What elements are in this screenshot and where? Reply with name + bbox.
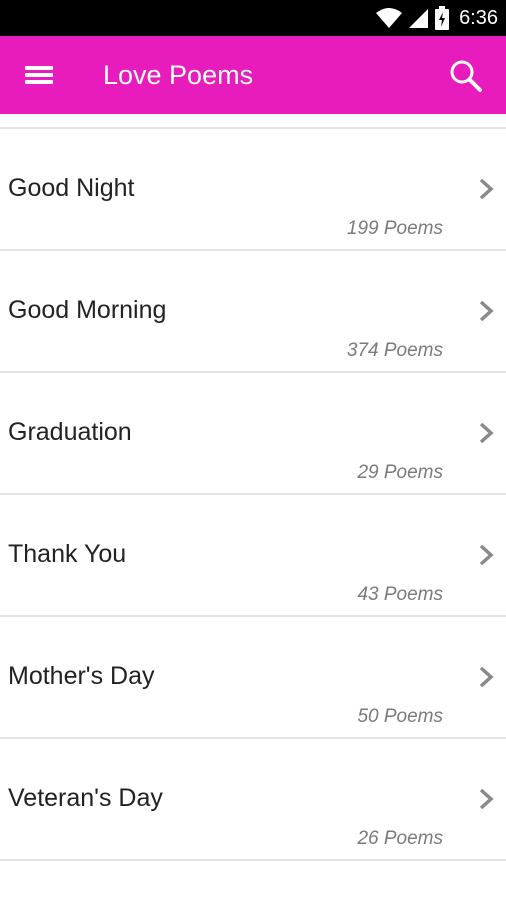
- category-title: Thank You: [8, 540, 127, 568]
- poem-count: 29 Poems: [357, 462, 443, 483]
- poem-count: 199 Poems: [346, 218, 443, 239]
- app-title: Love Poems: [103, 60, 254, 90]
- category-row-thank-you[interactable]: Thank You 43 Poems: [0, 495, 506, 617]
- battery-charging-icon: [435, 6, 450, 30]
- poem-count: 374 Poems: [346, 340, 443, 361]
- app-bar: Love Poems: [0, 36, 506, 114]
- category-title: Graduation: [8, 418, 132, 446]
- chevron-right-icon: [479, 788, 494, 810]
- status-time: 6:36: [459, 6, 498, 29]
- poem-count: 50 Poems: [357, 706, 443, 727]
- status-icons: 6:36: [375, 0, 498, 36]
- category-title: Good Night: [8, 174, 135, 202]
- chevron-right-icon: [479, 300, 494, 322]
- search-icon[interactable]: [448, 58, 484, 94]
- category-row-veterans-day[interactable]: Veteran's Day 26 Poems: [0, 739, 506, 861]
- status-bar: 6:36: [0, 0, 506, 36]
- poem-count: 43 Poems: [357, 584, 443, 605]
- chevron-right-icon: [479, 544, 494, 566]
- category-title: Mother's Day: [8, 662, 155, 690]
- cell-signal-icon: [409, 9, 429, 28]
- category-title: Veteran's Day: [8, 784, 163, 812]
- category-title: Good Morning: [8, 296, 167, 324]
- list-divider: [0, 114, 506, 129]
- hamburger-menu-icon[interactable]: [22, 63, 56, 87]
- category-row-good-morning[interactable]: Good Morning 374 Poems: [0, 251, 506, 373]
- chevron-right-icon: [479, 666, 494, 688]
- chevron-right-icon: [479, 178, 494, 200]
- wifi-icon: [376, 8, 403, 28]
- poem-count: 26 Poems: [357, 828, 443, 849]
- category-row-mothers-day[interactable]: Mother's Day 50 Poems: [0, 617, 506, 739]
- chevron-right-icon: [479, 422, 494, 444]
- category-list: Good Night 199 Poems Good Morning 374 Po…: [0, 114, 506, 861]
- category-row-good-night[interactable]: Good Night 199 Poems: [0, 129, 506, 251]
- category-row-graduation[interactable]: Graduation 29 Poems: [0, 373, 506, 495]
